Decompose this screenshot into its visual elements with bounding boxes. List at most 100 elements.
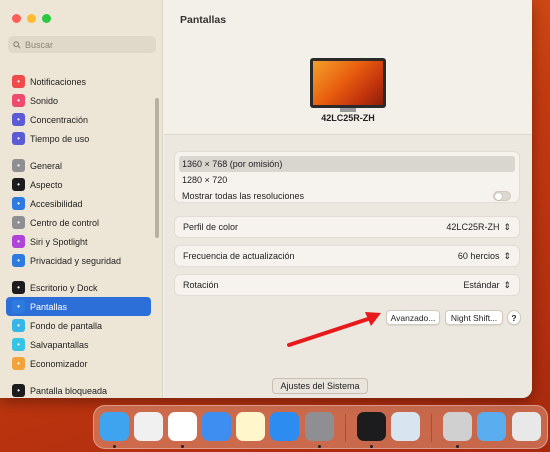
red-arrow-annotation	[287, 312, 381, 347]
sidebar-item-dock[interactable]: • Escritorio y Dock	[6, 278, 151, 297]
chevron-updown-icon: ⇕	[503, 279, 511, 290]
sidebar-item-label: Salvapantallas	[30, 339, 89, 350]
help-button[interactable]: ?	[507, 310, 521, 325]
finder-icon[interactable]	[100, 412, 129, 441]
sidebar-item-hand[interactable]: • Privacidad y seguridad	[6, 251, 151, 270]
minimize-button[interactable]	[27, 14, 36, 23]
downloads-folder-icon[interactable]	[477, 412, 506, 441]
app-store-icon[interactable]	[270, 412, 299, 441]
sidebar-item-appearance[interactable]: • Aspecto	[6, 175, 151, 194]
wallpaper-icon: •	[12, 319, 25, 332]
sidebar-item-label: Sonido	[30, 95, 59, 106]
screensaver-icon: •	[12, 338, 25, 351]
monitor-icon[interactable]	[310, 58, 386, 108]
control-center-icon: •	[12, 216, 25, 229]
resolution-option[interactable]: 1280 × 720	[175, 172, 519, 188]
sidebar-item-label: Privacidad y seguridad	[30, 255, 122, 266]
sidebar-item-moon[interactable]: • Concentración	[6, 110, 151, 129]
chevron-updown-icon: ⇕	[503, 221, 511, 232]
sidebar-item-sun[interactable]: • Pantallas	[6, 297, 151, 316]
page-title: Pantallas	[180, 14, 227, 26]
siri-icon: •	[12, 235, 25, 248]
sun-icon: •	[12, 300, 25, 313]
close-button[interactable]	[12, 14, 21, 23]
color-profile-select[interactable]: 42LC25R-ZH ⇕	[446, 222, 511, 233]
dock	[93, 405, 548, 449]
running-indicator	[456, 445, 459, 448]
sidebar-item-speaker[interactable]: • Sonido	[6, 91, 151, 110]
sidebar-item-label: Siri y Spotlight	[30, 236, 88, 247]
running-indicator	[318, 445, 321, 448]
hand-icon: •	[12, 254, 25, 267]
sidebar-item-wallpaper[interactable]: • Fondo de pantalla	[6, 316, 151, 335]
refresh-rate-label: Frecuencia de actualización	[183, 251, 295, 261]
speaker-icon: •	[12, 94, 25, 107]
sidebar-item-label: Centro de control	[30, 217, 100, 228]
sidebar: Buscar • Notificaciones • Sonido • Concentrac…	[0, 0, 163, 398]
search-placeholder: Buscar	[25, 39, 54, 50]
search-input[interactable]: Buscar	[8, 36, 156, 53]
color-profile-value: 42LC25R-ZH	[446, 222, 500, 232]
sidebar-item-label: Escritorio y Dock	[30, 282, 98, 293]
sidebar-item-label: Accesibilidad	[30, 198, 83, 209]
rotation-select[interactable]: Estándar ⇕	[463, 280, 511, 291]
sidebar-item-bell[interactable]: • Notificaciones	[6, 72, 151, 91]
running-indicator	[370, 445, 373, 448]
show-all-resolutions-label: Mostrar todas las resoluciones	[182, 191, 305, 201]
rotation-row: Rotación Estándar ⇕	[174, 274, 520, 296]
battery-icon: •	[12, 357, 25, 370]
refresh-rate-value: 60 hercios	[457, 251, 500, 261]
sidebar-item-label: Economizador	[30, 358, 88, 369]
search-icon	[13, 40, 21, 49]
bell-icon: •	[12, 75, 25, 88]
safari-icon[interactable]	[168, 412, 197, 441]
hourglass-icon: •	[12, 132, 25, 145]
refresh-rate-row: Frecuencia de actualización 60 hercios ⇕	[174, 245, 520, 267]
sidebar-item-gear[interactable]: • General	[6, 156, 151, 175]
show-all-resolutions-row: Mostrar todas las resoluciones	[175, 188, 519, 204]
show-all-resolutions-toggle[interactable]	[493, 191, 511, 201]
trash-icon[interactable]	[512, 412, 541, 441]
sidebar-scrollbar[interactable]	[155, 98, 159, 238]
night-shift-button[interactable]: Night Shift...	[445, 310, 503, 325]
refresh-rate-select[interactable]: 60 hercios ⇕	[458, 251, 511, 262]
dock-tooltip: Ajustes del Sistema	[272, 378, 368, 394]
system-settings-window: Buscar • Notificaciones • Sonido • Concentrac…	[0, 0, 532, 398]
settings-area: 1360 × 768 (por omisión) 1280 × 720 Most…	[164, 134, 532, 398]
mail-icon[interactable]	[202, 412, 231, 441]
chess-icon[interactable]	[443, 412, 472, 441]
sidebar-item-battery[interactable]: • Economizador	[6, 354, 151, 373]
dock-icon: •	[12, 281, 25, 294]
lock-icon: •	[12, 384, 25, 397]
sidebar-item-siri[interactable]: • Siri y Spotlight	[6, 232, 151, 251]
dock-separator	[345, 414, 346, 442]
sidebar-item-label: Fondo de pantalla	[30, 320, 103, 331]
notes-icon[interactable]	[236, 412, 265, 441]
gear-icon: •	[12, 159, 25, 172]
chevron-updown-icon: ⇕	[503, 250, 511, 261]
sidebar-item-label: Notificaciones	[30, 76, 87, 87]
launchpad-icon[interactable]	[134, 412, 163, 441]
sidebar-item-label: Aspecto	[30, 179, 63, 190]
preview-icon[interactable]	[391, 412, 420, 441]
appearance-icon: •	[12, 178, 25, 191]
sidebar-item-hourglass[interactable]: • Tiempo de uso	[6, 129, 151, 148]
color-profile-row: Perfil de color 42LC25R-ZH ⇕	[174, 216, 520, 238]
sidebar-item-label: Tiempo de uso	[30, 133, 90, 144]
advanced-button[interactable]: Avanzado...	[386, 310, 440, 325]
window-controls	[12, 14, 51, 23]
system-settings-icon[interactable]	[305, 412, 334, 441]
terminal-icon[interactable]	[357, 412, 386, 441]
accessibility-icon: •	[12, 197, 25, 210]
sidebar-item-accessibility[interactable]: • Accesibilidad	[6, 194, 151, 213]
color-profile-label: Perfil de color	[183, 222, 239, 232]
moon-icon: •	[12, 113, 25, 126]
sidebar-item-control-center[interactable]: • Centro de control	[6, 213, 151, 232]
sidebar-item-lock[interactable]: • Pantalla bloqueada	[6, 381, 151, 398]
sidebar-item-screensaver[interactable]: • Salvapantallas	[6, 335, 151, 354]
monitor-stand	[340, 108, 356, 112]
resolution-option-selected[interactable]: 1360 × 768 (por omisión)	[179, 156, 515, 172]
dock-separator	[431, 414, 432, 442]
sidebar-item-label: Pantalla bloqueada	[30, 385, 108, 396]
zoom-button[interactable]	[42, 14, 51, 23]
